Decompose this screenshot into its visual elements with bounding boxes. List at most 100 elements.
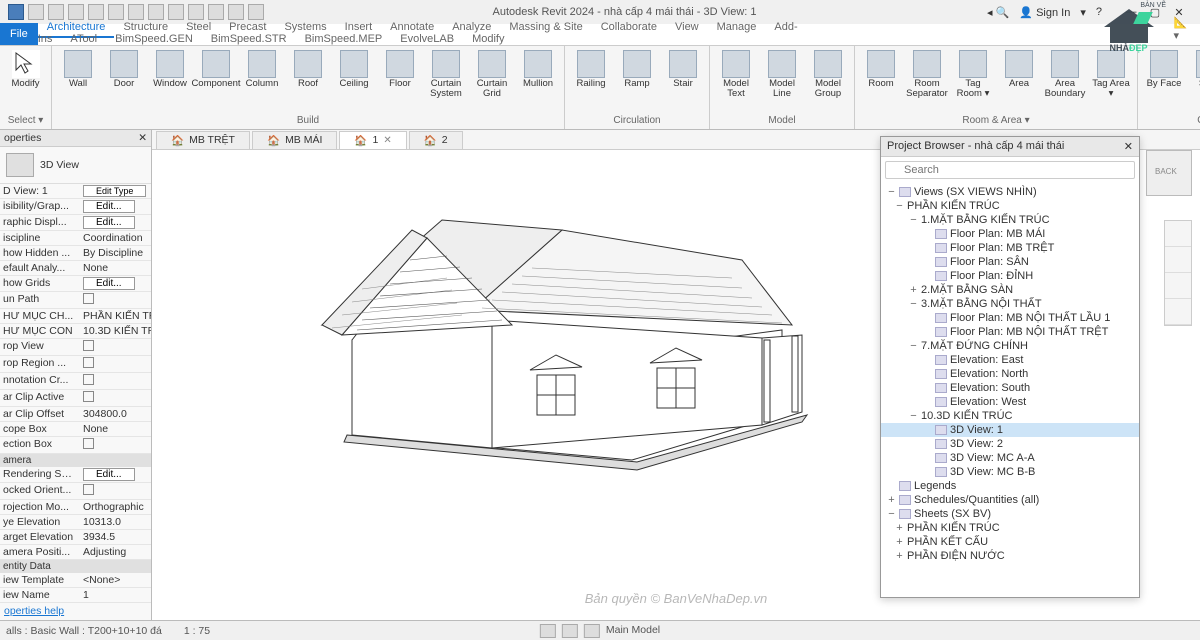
wall-button[interactable]: Wall	[56, 48, 100, 91]
model-group-button[interactable]: Model Group	[806, 48, 850, 102]
project-browser-tree[interactable]: −Views (SX VIEWS NHÌN)−PHẦN KIẾN TRÚC−1.…	[881, 183, 1139, 597]
nav-orbit-icon[interactable]	[1165, 299, 1191, 325]
edit-button[interactable]: Edit...	[83, 277, 135, 290]
tree-node[interactable]: Legends	[881, 479, 1139, 493]
project-browser-close-icon[interactable]: ✕	[1124, 140, 1133, 153]
component-button[interactable]: Component	[194, 48, 238, 91]
tree-node[interactable]: +PHẦN ĐIỆN NƯỚC	[881, 549, 1139, 563]
tree-node[interactable]: Elevation: East	[881, 353, 1139, 367]
viewcube[interactable]	[1146, 150, 1192, 196]
property-row[interactable]: rojection Mo...Orthographic	[0, 500, 151, 515]
property-row[interactable]: isibility/Grap...Edit...	[0, 199, 151, 215]
edit-button[interactable]: Edit...	[83, 468, 135, 481]
property-row[interactable]: rop View	[0, 339, 151, 356]
property-row[interactable]: ar Clip Active	[0, 390, 151, 407]
property-row[interactable]: amera Positi...Adjusting	[0, 545, 151, 560]
ramp-button[interactable]: Ramp	[615, 48, 659, 91]
property-row[interactable]: iew Name1	[0, 588, 151, 603]
modify-button[interactable]: Modify	[4, 48, 47, 91]
property-row[interactable]: un Path	[0, 292, 151, 309]
shaft-button[interactable]: Shaft	[1188, 48, 1200, 91]
tree-toggle-icon[interactable]: −	[909, 340, 918, 352]
tree-node[interactable]: +Schedules/Quantities (all)	[881, 493, 1139, 507]
ribbon-modify-tab-box[interactable]: 📐▾	[1164, 13, 1200, 45]
tree-node[interactable]: +PHẦN KẾT CẤU	[881, 535, 1139, 549]
tree-node[interactable]: −7.MẶT ĐỨNG CHÍNH	[881, 339, 1139, 353]
tree-node[interactable]: Floor Plan: MB TRỆT	[881, 241, 1139, 255]
area-boundary-button[interactable]: Area Boundary	[1043, 48, 1087, 102]
room-separator-button[interactable]: Room Separator	[905, 48, 949, 102]
tree-node[interactable]: Floor Plan: SÂN	[881, 255, 1139, 269]
view-tab[interactable]: 🏠2	[409, 131, 463, 149]
model-line-button[interactable]: Model Line	[760, 48, 804, 102]
property-row[interactable]: Rendering Set...Edit...	[0, 467, 151, 483]
tag-room-button[interactable]: Tag Room ▾	[951, 48, 995, 102]
property-row[interactable]: HƯ MỤC CH...PHẦN KIẾN TR...	[0, 309, 151, 324]
checkbox[interactable]	[83, 340, 94, 351]
property-row[interactable]: ar Clip Offset304800.0	[0, 407, 151, 422]
tree-node[interactable]: −3.MẶT BẰNG NỘI THẤT	[881, 297, 1139, 311]
area-button[interactable]: Area	[997, 48, 1041, 91]
room-button[interactable]: Room	[859, 48, 903, 91]
tree-toggle-icon[interactable]: −	[909, 410, 918, 422]
tree-node[interactable]: 3D View: 1	[881, 423, 1139, 437]
column-button[interactable]: Column	[240, 48, 284, 91]
tree-toggle-icon[interactable]: −	[887, 508, 896, 520]
3d-model-view[interactable]	[262, 190, 822, 490]
tree-node[interactable]: +PHẦN KIẾN TRÚC	[881, 521, 1139, 535]
tree-toggle-icon[interactable]: −	[895, 200, 904, 212]
checkbox[interactable]	[83, 374, 94, 385]
tree-toggle-icon[interactable]: +	[895, 550, 904, 562]
checkbox[interactable]	[83, 484, 94, 495]
property-row[interactable]: ection Box	[0, 437, 151, 454]
status-main-model[interactable]: Main Model	[606, 624, 660, 638]
property-row[interactable]: arget Elevation3934.5	[0, 530, 151, 545]
property-row[interactable]: how GridsEdit...	[0, 276, 151, 292]
status-icon[interactable]	[562, 624, 578, 638]
tree-node[interactable]: 3D View: MC B-B	[881, 465, 1139, 479]
tree-node[interactable]: Elevation: North	[881, 367, 1139, 381]
tree-node[interactable]: −1.MẶT BẰNG KIẾN TRÚC	[881, 213, 1139, 227]
tree-node[interactable]: +2.MẶT BẰNG SÀN	[881, 283, 1139, 297]
status-icon[interactable]	[584, 624, 600, 638]
tree-node[interactable]: 3D View: MC A-A	[881, 451, 1139, 465]
window-button[interactable]: Window	[148, 48, 192, 91]
checkbox[interactable]	[83, 357, 94, 368]
tree-node[interactable]: Floor Plan: MB NỘI THẤT TRỆT	[881, 325, 1139, 339]
search-icon[interactable]: ◂ 🔍	[987, 6, 1009, 19]
revit-icon[interactable]	[8, 4, 24, 20]
view-tab[interactable]: 🏠1✕	[339, 131, 406, 149]
door-button[interactable]: Door	[102, 48, 146, 91]
model-text-button[interactable]: Model Text	[714, 48, 758, 102]
property-row[interactable]: ye Elevation10313.0	[0, 515, 151, 530]
tree-node[interactable]: −10.3D KIẾN TRÚC	[881, 409, 1139, 423]
ribbon-tab-view[interactable]: View	[666, 18, 708, 36]
navigation-bar[interactable]	[1164, 220, 1192, 326]
project-browser-search-input[interactable]	[885, 161, 1135, 179]
edit-button[interactable]: Edit...	[83, 216, 135, 229]
property-row[interactable]: rop Region ...	[0, 356, 151, 373]
tree-toggle-icon[interactable]: −	[887, 186, 896, 198]
railing-button[interactable]: Railing	[569, 48, 613, 91]
nav-pan-icon[interactable]	[1165, 273, 1191, 299]
tree-toggle-icon[interactable]: +	[895, 536, 904, 548]
property-row[interactable]: isciplineCoordination	[0, 231, 151, 246]
properties-close-icon[interactable]: ✕	[138, 132, 147, 144]
ribbon-tab-collaborate[interactable]: Collaborate	[592, 18, 666, 36]
stair-button[interactable]: Stair	[661, 48, 705, 91]
tree-node[interactable]: Floor Plan: MB NỘI THẤT LẦU 1	[881, 311, 1139, 325]
tree-node[interactable]: Floor Plan: ĐỈNH	[881, 269, 1139, 283]
property-row[interactable]: HƯ MỤC CON10.3D KIẾN TRÚC	[0, 324, 151, 339]
ribbon-tab-massing-site[interactable]: Massing & Site	[500, 18, 591, 36]
property-row[interactable]: cope BoxNone	[0, 422, 151, 437]
tree-node[interactable]: −Sheets (SX BV)	[881, 507, 1139, 521]
roof-button[interactable]: Roof	[286, 48, 330, 91]
curtain-grid-button[interactable]: Curtain Grid	[470, 48, 514, 102]
tree-node[interactable]: Elevation: South	[881, 381, 1139, 395]
checkbox[interactable]	[83, 293, 94, 304]
nav-home-icon[interactable]	[1165, 221, 1191, 247]
view-tab[interactable]: 🏠MB MÁI	[252, 131, 337, 149]
tree-node[interactable]: Elevation: West	[881, 395, 1139, 409]
nav-zoom-icon[interactable]	[1165, 247, 1191, 273]
ceiling-button[interactable]: Ceiling	[332, 48, 376, 91]
